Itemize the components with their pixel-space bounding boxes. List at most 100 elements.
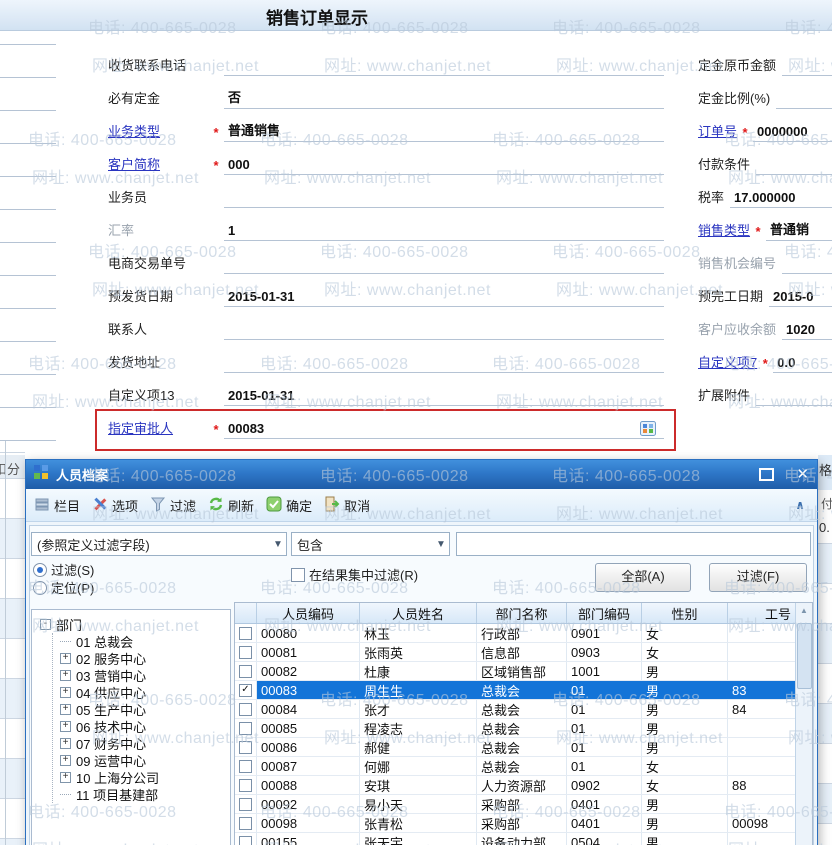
field-value[interactable]: 17.000000 [730, 190, 832, 208]
toolbar-item-funnel[interactable]: 过滤 [150, 496, 196, 515]
table-row[interactable]: 00085 程凌志 总裁会 01 男 [235, 719, 812, 738]
toolbar-item-columns[interactable]: 栏目 [34, 496, 80, 515]
field-value[interactable] [776, 106, 832, 109]
column-header[interactable]: 部门名称 [477, 603, 567, 623]
row-checkbox[interactable] [239, 778, 252, 792]
all-button[interactable]: 全部(A) [595, 563, 691, 592]
tree-node[interactable]: +10 上海分公司 [60, 769, 230, 786]
field-label[interactable]: 指定审批人 [108, 418, 208, 439]
field-value[interactable]: 1020 [782, 322, 832, 340]
tree-node[interactable]: +06 技术中心 [60, 718, 230, 735]
field-value[interactable] [224, 337, 664, 340]
row-checkbox[interactable] [239, 664, 252, 678]
field-label[interactable]: 订单号 [698, 121, 737, 142]
field-value[interactable] [224, 370, 664, 373]
field-value[interactable] [782, 271, 832, 274]
tree-collapse-icon[interactable]: - [40, 619, 51, 630]
row-checkbox[interactable] [239, 626, 252, 640]
column-header[interactable]: 人员编码 [257, 603, 360, 623]
field-value[interactable] [782, 73, 832, 76]
collapse-chevron-icon[interactable]: ∧ [795, 498, 805, 512]
row-checkbox[interactable] [239, 721, 252, 735]
row-checkbox[interactable] [239, 702, 252, 716]
tree-expand-icon[interactable]: + [60, 704, 71, 715]
table-row[interactable]: 00086 郝健 总裁会 01 男 [235, 738, 812, 757]
field-value[interactable] [756, 172, 832, 175]
tree-expand-icon[interactable]: + [60, 721, 71, 732]
table-row[interactable]: 00080 林玉 行政部 0901 女 [235, 624, 812, 643]
scroll-up-icon[interactable]: ▲ [796, 603, 812, 619]
radio-filter[interactable]: 过滤(S) [33, 560, 94, 579]
field-value[interactable]: 2015-01-31 [224, 388, 664, 406]
field-label[interactable]: 业务类型 [108, 121, 208, 142]
tree-expand-icon[interactable]: + [60, 653, 71, 664]
field-value[interactable]: 普通销售 [224, 120, 664, 142]
tree-node[interactable]: +03 营销中心 [60, 667, 230, 684]
tree-expand-icon[interactable]: + [60, 755, 71, 766]
table-row[interactable]: 00155 张天宇 设备动力部 0504 男 [235, 833, 812, 845]
field-value[interactable] [224, 73, 664, 76]
table-row[interactable]: 00084 张才 总裁会 01 男 84 [235, 700, 812, 719]
field-value[interactable] [756, 403, 832, 406]
filter-field-dropdown[interactable]: (参照定义过滤字段) ▼ [31, 532, 287, 556]
row-checkbox[interactable] [239, 797, 252, 811]
filter-button[interactable]: 过滤(F) [709, 563, 807, 592]
column-header[interactable]: 工号 [728, 603, 798, 623]
dialog-titlebar[interactable]: 人员档案 ✕ [26, 460, 817, 489]
tree-node[interactable]: +05 生产中心 [60, 701, 230, 718]
scrollbar-thumb[interactable] [797, 623, 812, 689]
field-label[interactable]: 销售类型 [698, 220, 750, 241]
field-label[interactable]: 客户简称 [108, 154, 208, 175]
tree-node[interactable]: +02 服务中心 [60, 650, 230, 667]
field-value[interactable] [224, 271, 664, 274]
table-row[interactable]: ✓ 00083 周生生 总裁会 01 男 83 [235, 681, 812, 700]
tree-node[interactable]: +04 供应中心 [60, 684, 230, 701]
tree-expand-icon[interactable]: + [60, 687, 71, 698]
field-value[interactable]: 00083 [224, 421, 664, 439]
tree-expand-icon[interactable]: + [60, 670, 71, 681]
filter-operator-dropdown[interactable]: 包含 ▼ [291, 532, 450, 556]
column-header[interactable]: 人员姓名 [360, 603, 477, 623]
field-value[interactable]: 普通销 [766, 219, 832, 241]
toolbar-item-refresh[interactable]: 刷新 [208, 496, 254, 515]
vertical-scrollbar[interactable]: ▲ [795, 603, 812, 845]
tree-expand-icon[interactable]: + [60, 738, 71, 749]
radio-filter-circle[interactable] [33, 562, 47, 577]
field-value[interactable]: 000 [224, 157, 664, 175]
tree-node[interactable]: +07 财务中心 [60, 735, 230, 752]
maximize-icon[interactable] [759, 468, 775, 481]
row-checkbox[interactable]: ✓ [239, 683, 252, 697]
toolbar-item-confirm[interactable]: 确定 [266, 496, 312, 515]
row-checkbox[interactable] [239, 816, 252, 830]
field-value[interactable]: 2015-01-31 [224, 289, 664, 307]
table-row[interactable]: 00098 张青松 采购部 0401 男 00098 [235, 814, 812, 833]
table-row[interactable]: 00088 安琪 人力资源部 0902 女 88 [235, 776, 812, 795]
filter-value-input[interactable] [456, 532, 811, 556]
column-header[interactable]: 部门编码 [567, 603, 642, 623]
row-checkbox[interactable] [239, 835, 252, 845]
field-label[interactable]: 自定义项7 [698, 352, 757, 373]
table-row[interactable]: 00092 易小天 采购部 0401 男 [235, 795, 812, 814]
field-value[interactable]: 否 [224, 87, 664, 109]
field-value[interactable]: 1 [224, 223, 664, 241]
tree-root[interactable]: - 部门 [40, 616, 230, 633]
tree-node[interactable]: +09 运营中心 [60, 752, 230, 769]
field-value[interactable]: 0000000 [753, 124, 832, 142]
column-header[interactable]: 性别 [642, 603, 728, 623]
toolbar-item-tools[interactable]: 选项 [92, 496, 138, 515]
table-row[interactable]: 00087 何娜 总裁会 01 女 [235, 757, 812, 776]
table-row[interactable]: 00081 张雨英 信息部 0903 女 [235, 643, 812, 662]
field-value[interactable]: 2015-0 [769, 289, 832, 307]
toolbar-item-cancel[interactable]: 取消 [324, 496, 370, 515]
row-checkbox[interactable] [239, 740, 252, 754]
result-filter-checkbox[interactable]: 在结果集中过滤(R) [291, 565, 418, 584]
tree-expand-icon[interactable]: + [60, 772, 71, 783]
table-row[interactable]: 00082 杜康 区域销售部 1001 男 [235, 662, 812, 681]
radio-locate[interactable]: 定位(P) [33, 578, 94, 597]
radio-locate-circle[interactable] [33, 580, 47, 595]
field-value[interactable] [224, 205, 664, 208]
close-icon[interactable]: ✕ [796, 467, 809, 482]
checkbox-icon[interactable] [291, 567, 305, 582]
browse-grid-icon[interactable] [640, 421, 656, 436]
row-checkbox[interactable] [239, 759, 252, 773]
